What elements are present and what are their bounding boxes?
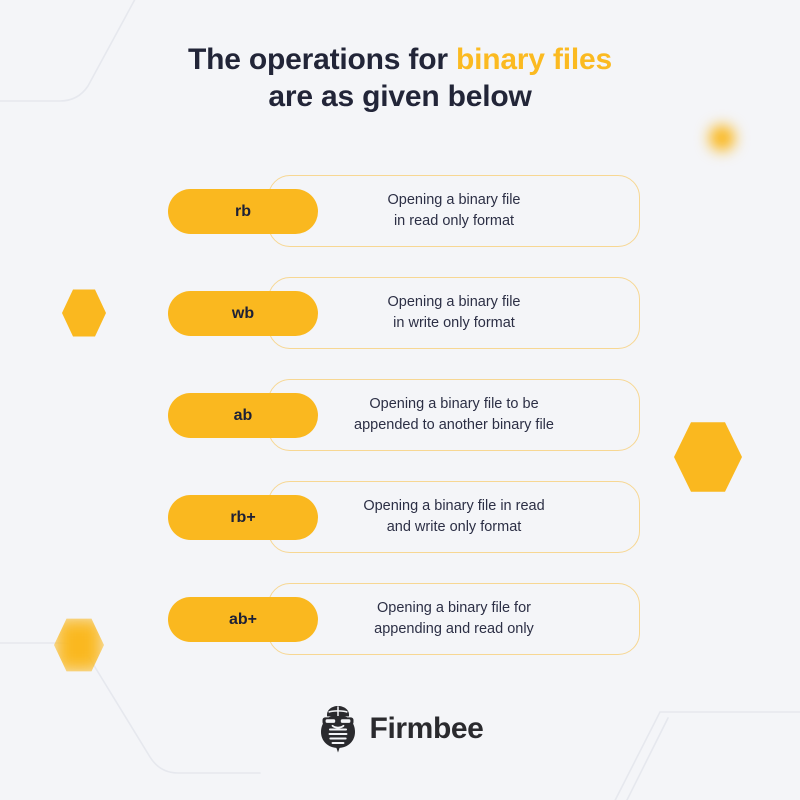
mode-card: Opening a binary file in write only form… [268,277,640,349]
glow-dot-top-right [709,125,735,151]
mode-card: Opening a binary file in read only forma… [268,175,640,247]
list-item: Opening a binary file in read only forma… [0,175,800,247]
mode-card: Opening a binary file in read and write … [268,481,640,553]
title-accent: binary files [455,43,612,76]
list-item: Opening a binary file in write only form… [0,277,800,349]
mode-list: Opening a binary file in read only forma… [0,175,800,685]
list-item: Opening a binary file for appending and … [0,583,800,655]
title-line-1: The operations for binary files [0,42,800,79]
list-item: Opening a binary file in read and write … [0,481,800,553]
mode-badge: ab [168,393,318,438]
title-line-2: are as given below [268,79,532,113]
mode-card: Opening a binary file to be appended to … [268,379,640,451]
mode-description: Opening a binary file in read only forma… [387,192,521,229]
page-title: The operations for binary files are as g… [0,42,800,115]
mode-badge: rb+ [168,495,318,540]
mode-description: Opening a binary file in write only form… [387,294,521,331]
mode-badge: rb [168,189,318,234]
mode-description: Opening a binary file in read and write … [363,498,545,535]
mode-description: Opening a binary file to be appended to … [354,396,554,433]
bee-mascot-icon [320,706,355,753]
infographic-canvas: The operations for binary files are as g… [0,0,800,800]
list-item: Opening a binary file to be appended to … [0,379,800,451]
mode-description: Opening a binary file for appending and … [374,600,534,637]
title-prefix: The operations for [188,43,456,76]
footer-brand: Firmbee [0,705,800,753]
mode-badge: ab+ [168,597,318,642]
mode-badge: wb [168,291,318,336]
brand-name: Firmbee [369,712,484,745]
mode-card: Opening a binary file for appending and … [268,583,640,655]
